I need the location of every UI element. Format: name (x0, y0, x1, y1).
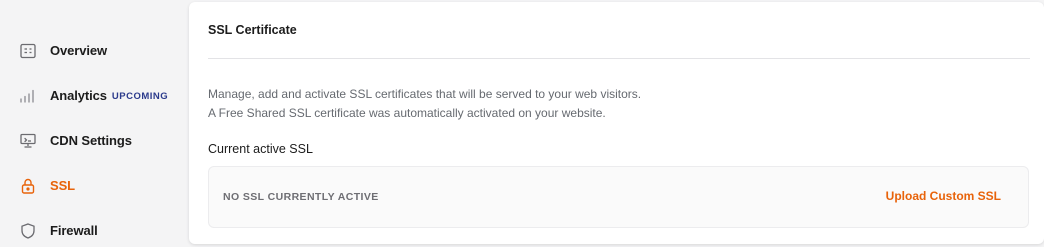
shield-icon (19, 222, 37, 240)
sidebar-item-cdn-settings[interactable]: CDN Settings (0, 118, 185, 163)
card-title: SSL Certificate (208, 23, 297, 37)
current-ssl-box: NO SSL CURRENTLY ACTIVE Upload Custom SS… (208, 166, 1029, 228)
ssl-certificate-card: SSL Certificate Manage, add and activate… (189, 2, 1044, 244)
description-line: Manage, add and activate SSL certificate… (208, 87, 642, 101)
sidebar-item-ssl[interactable]: SSL (0, 163, 185, 208)
description-line: A Free Shared SSL certificate was automa… (208, 106, 606, 120)
analytics-bars-icon (19, 87, 37, 105)
cdn-monitor-icon (19, 132, 37, 150)
upcoming-badge: UPCOMING (111, 91, 169, 102)
overview-icon (19, 42, 37, 60)
sidebar: Overview Analytics UPCOMING CDN Settings… (0, 0, 185, 247)
current-ssl-label: Current active SSL (208, 142, 313, 156)
sidebar-item-label: Analytics (50, 88, 107, 103)
divider (208, 58, 1030, 59)
sidebar-item-label: SSL (50, 178, 75, 193)
ssl-status-text: NO SSL CURRENTLY ACTIVE (223, 191, 379, 203)
sidebar-item-firewall[interactable]: Firewall (0, 208, 185, 247)
sidebar-item-overview[interactable]: Overview (0, 28, 185, 73)
sidebar-item-analytics[interactable]: Analytics UPCOMING (0, 73, 185, 118)
page: Overview Analytics UPCOMING CDN Settings… (0, 0, 1044, 247)
description: Manage, add and activate SSL certificate… (208, 85, 641, 123)
sidebar-item-label: Overview (50, 43, 108, 58)
sidebar-item-label: CDN Settings (50, 133, 132, 148)
sidebar-item-label: Firewall (50, 223, 98, 238)
lock-icon (19, 177, 37, 195)
upload-custom-ssl-button[interactable]: Upload Custom SSL (886, 189, 1001, 203)
